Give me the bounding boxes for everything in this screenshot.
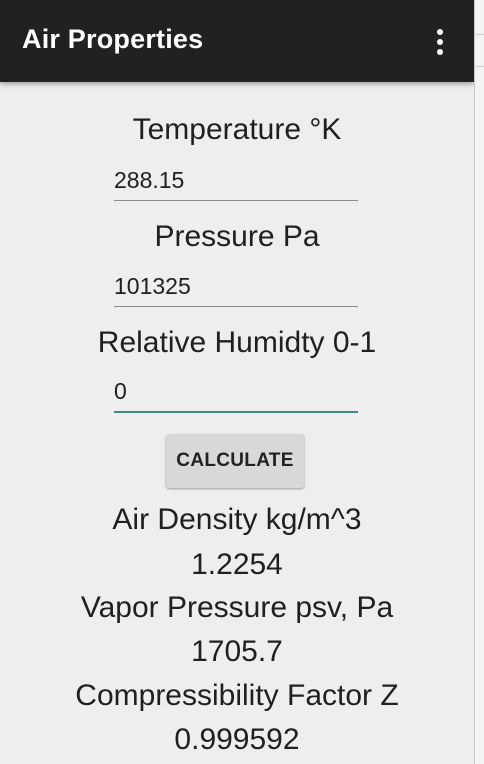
- vapor-pressure-label: Vapor Pressure psv, Pa: [80, 591, 394, 624]
- app-window: Air Properties Temperature °K Pressure P…: [0, 0, 474, 764]
- temperature-label: Temperature °K: [132, 113, 342, 146]
- app-title: Air Properties: [22, 24, 204, 54]
- menu-dot: [437, 29, 443, 35]
- window-edge: [474, 0, 484, 764]
- temperature-input[interactable]: [114, 162, 358, 198]
- humidity-input[interactable]: [114, 373, 358, 409]
- compressibility-label: Compressibility Factor Z: [75, 679, 399, 712]
- app-bar: Air Properties: [0, 0, 474, 82]
- edge-line: [475, 34, 484, 35]
- menu-dot: [437, 39, 443, 45]
- edge-line: [475, 66, 484, 67]
- pressure-label: Pressure Pa: [154, 220, 320, 253]
- density-value: 1.2254: [191, 548, 283, 581]
- density-label: Air Density kg/m^3: [112, 503, 362, 536]
- more-vert-icon[interactable]: [430, 26, 450, 58]
- vapor-pressure-value: 1705.7: [191, 635, 283, 668]
- humidity-field[interactable]: [114, 373, 358, 413]
- humidity-label: Relative Humidty 0-1: [97, 326, 377, 359]
- pressure-field[interactable]: [114, 268, 358, 307]
- menu-dot: [437, 49, 443, 55]
- temperature-field[interactable]: [114, 162, 358, 201]
- compressibility-value: 0.999592: [174, 723, 300, 756]
- pressure-input[interactable]: [114, 268, 358, 304]
- calculate-button[interactable]: CALCULATE: [166, 434, 304, 488]
